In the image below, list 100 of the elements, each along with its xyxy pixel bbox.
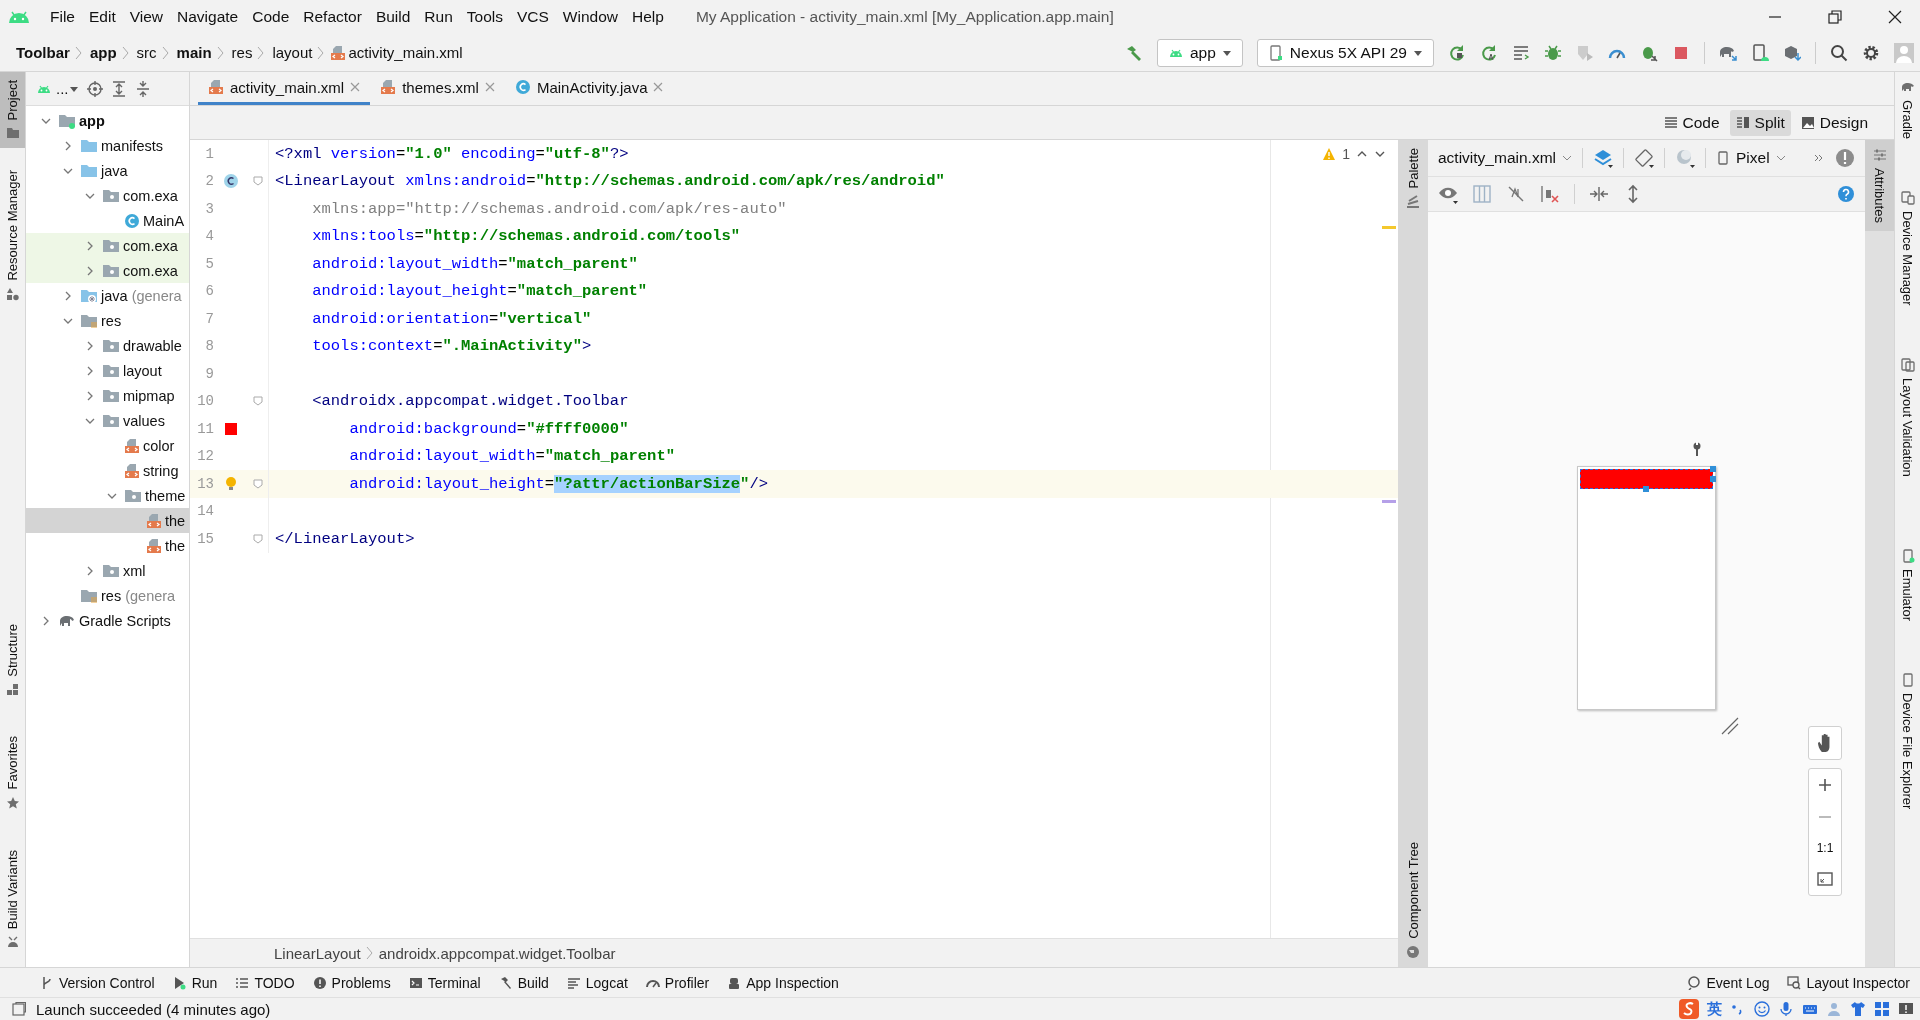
tool-window-button[interactable]: TODO: [235, 974, 295, 991]
run-configuration-dropdown[interactable]: app: [1156, 38, 1243, 67]
tree-item[interactable]: mipmap: [26, 383, 189, 408]
tree-item[interactable]: Gradle Scripts: [26, 608, 189, 633]
tool-window-tab[interactable]: Gradle: [1895, 72, 1920, 148]
tool-window-button[interactable]: Profiler: [645, 974, 710, 991]
view-mode-button[interactable]: Split: [1729, 109, 1791, 136]
tool-window-button[interactable]: Terminal: [408, 974, 481, 991]
menu-item[interactable]: Navigate: [171, 8, 245, 26]
tree-item[interactable]: java (genera: [26, 283, 189, 308]
breadcrumb-item[interactable]: androidx.appcompat.widget.Toolbar: [378, 944, 616, 962]
collapse-all-icon[interactable]: [134, 80, 151, 97]
tool-window-tab[interactable]: Favorites: [0, 728, 25, 818]
tool-window-tab[interactable]: Structure: [0, 615, 25, 705]
view-mode-button[interactable]: Design: [1794, 109, 1874, 136]
zoom-to-fit-icon[interactable]: [1817, 871, 1833, 887]
zoom-in-icon[interactable]: [1817, 777, 1833, 793]
shirt-icon[interactable]: [1850, 1001, 1866, 1017]
menu-item[interactable]: VCS: [510, 8, 555, 26]
tool-window-button[interactable]: Layout Inspector: [1787, 974, 1910, 991]
double-chevron-icon[interactable]: [1813, 152, 1825, 164]
search-icon[interactable]: [1830, 43, 1848, 62]
view-mode-button[interactable]: Code: [1657, 109, 1726, 136]
phone-icon[interactable]: [1751, 43, 1769, 62]
menu-item[interactable]: Edit: [83, 8, 122, 26]
tool-window-tab[interactable]: Emulator: [1895, 540, 1920, 629]
editor-tab[interactable]: themes.xml: [370, 72, 505, 105]
tree-item[interactable]: string: [26, 458, 189, 483]
smiley-icon[interactable]: [1754, 1001, 1770, 1017]
tree-item[interactable]: java: [26, 158, 189, 183]
crosshair-icon[interactable]: [86, 80, 103, 97]
actual-size-button[interactable]: 1:1: [1816, 841, 1834, 855]
help-icon[interactable]: [1837, 185, 1855, 203]
breadcrumb-item[interactable]: activity_main.xml: [348, 44, 463, 61]
text-off-icon[interactable]: [1506, 184, 1526, 204]
menu-item[interactable]: File: [44, 8, 81, 26]
close-icon[interactable]: [1888, 10, 1902, 24]
tree-item[interactable]: xml: [26, 558, 189, 583]
view-selector[interactable]: ...: [56, 80, 69, 97]
tool-window-tab[interactable]: Build Variants: [0, 841, 25, 957]
menu-item[interactable]: Tools: [460, 8, 509, 26]
layout-file-dropdown[interactable]: activity_main.xml: [1438, 149, 1572, 167]
menu-item[interactable]: Run: [418, 8, 459, 26]
input-language-indicator[interactable]: 英: [1707, 999, 1722, 1019]
microphone-icon[interactable]: [1778, 1001, 1794, 1017]
lightbulb-icon[interactable]: [223, 475, 239, 492]
tree-item[interactable]: drawable: [26, 333, 189, 358]
fold-marker-icon[interactable]: [253, 396, 263, 407]
tree-item[interactable]: res: [26, 308, 189, 333]
tree-item[interactable]: the: [26, 508, 189, 533]
tool-window-tab[interactable]: Device File Explorer: [1895, 664, 1920, 817]
layout-preview[interactable]: [1577, 466, 1716, 710]
package-icon[interactable]: [1783, 43, 1801, 62]
rotate-icon[interactable]: [1634, 148, 1654, 168]
tree-item[interactable]: manifests: [26, 133, 189, 158]
tool-window-button[interactable]: Build: [498, 974, 549, 991]
tool-window-button[interactable]: App Inspection: [727, 974, 839, 991]
tree-item[interactable]: com.exa: [26, 183, 189, 208]
breadcrumb-item[interactable]: app: [89, 44, 117, 61]
tree-item[interactable]: com.exa: [26, 233, 189, 258]
bug-icon[interactable]: [1544, 43, 1562, 62]
tool-window-button[interactable]: Run: [172, 974, 218, 991]
expand-all-icon[interactable]: [110, 80, 127, 97]
palette-tab[interactable]: Palette: [1405, 148, 1421, 189]
fold-marker-icon[interactable]: [253, 478, 263, 489]
input-method-icon[interactable]: [1679, 999, 1699, 1019]
tool-window-tab[interactable]: Project: [0, 72, 25, 149]
device-dropdown[interactable]: Nexus 5X API 29: [1256, 38, 1434, 67]
tree-item[interactable]: color: [26, 433, 189, 458]
class-gutter-icon[interactable]: [223, 173, 239, 190]
tree-item[interactable]: app: [26, 108, 189, 133]
tool-window-tab[interactable]: Device Manager: [1895, 183, 1920, 314]
menu-item[interactable]: Code: [246, 8, 296, 26]
error-icon[interactable]: [1835, 148, 1855, 168]
fold-marker-icon[interactable]: [253, 533, 263, 544]
tool-window-button[interactable]: Event Log: [1687, 974, 1770, 991]
apply-changes-icon[interactable]: [1480, 43, 1498, 62]
editor-tab[interactable]: activity_main.xml: [198, 72, 371, 105]
tree-item[interactable]: MainA: [26, 208, 189, 233]
pan-button[interactable]: [1808, 726, 1842, 760]
apply-code-icon[interactable]: [1512, 43, 1530, 62]
breadcrumb-item[interactable]: src: [136, 44, 157, 61]
warning-count[interactable]: 1: [1342, 146, 1350, 162]
color-swatch-icon[interactable]: [225, 422, 237, 435]
breadcrumb-item[interactable]: Toolbar: [16, 44, 70, 61]
breadcrumb-item[interactable]: main: [176, 44, 212, 61]
menu-item[interactable]: Help: [626, 8, 670, 26]
tree-item[interactable]: the: [26, 533, 189, 558]
tree-item[interactable]: theme: [26, 483, 189, 508]
notification-icon[interactable]: [1898, 1001, 1914, 1017]
settings-icon[interactable]: [1862, 43, 1880, 62]
tool-window-button[interactable]: Logcat: [566, 974, 628, 991]
menu-item[interactable]: Refactor: [297, 8, 368, 26]
tree-item[interactable]: layout: [26, 358, 189, 383]
tool-window-tab[interactable]: Layout Validation: [1895, 349, 1920, 485]
breadcrumb-item[interactable]: res: [231, 44, 253, 61]
tool-window-button[interactable]: Problems: [312, 974, 391, 991]
fold-marker-icon[interactable]: [253, 176, 263, 187]
menu-item[interactable]: View: [123, 8, 170, 26]
rerun-icon[interactable]: [1448, 43, 1466, 62]
